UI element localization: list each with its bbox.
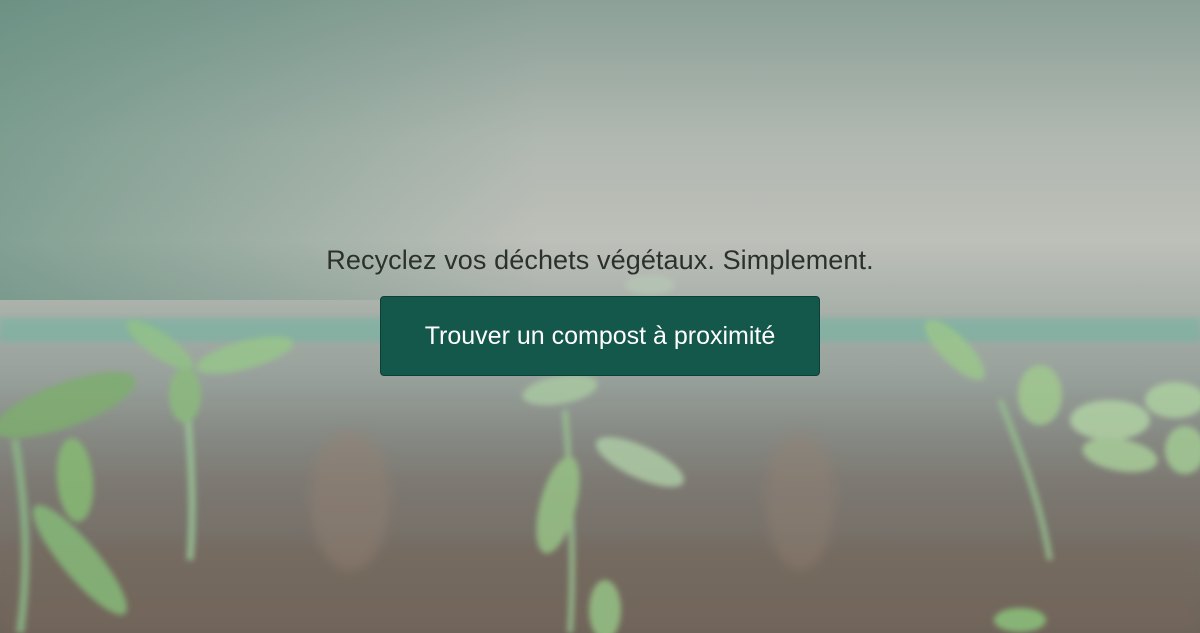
find-compost-button[interactable]: Trouver un compost à proximité — [380, 296, 820, 376]
hero-section: Recyclez vos déchets végétaux. Simplemen… — [0, 0, 1200, 633]
hero-tagline: Recyclez vos déchets végétaux. Simplemen… — [326, 245, 874, 275]
hero-content: Recyclez vos déchets végétaux. Simplemen… — [0, 238, 1200, 376]
